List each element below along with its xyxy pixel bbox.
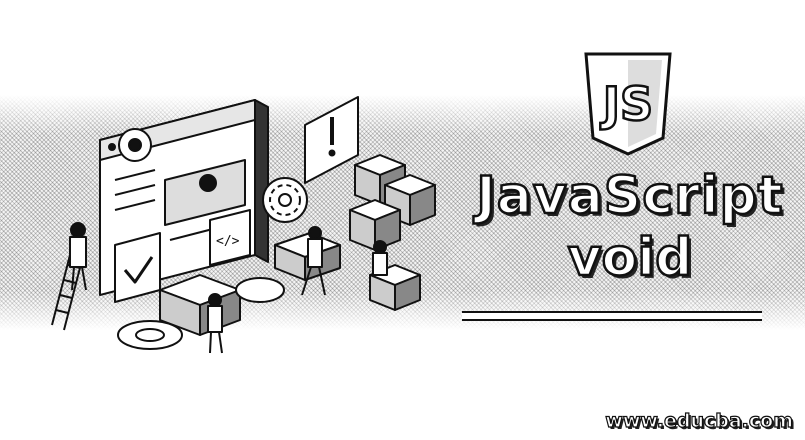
- person-icon: [207, 293, 223, 354]
- javascript-shield-icon: JS: [584, 52, 672, 156]
- title-line-2: void: [566, 228, 693, 288]
- title-line-1: JavaScript: [475, 166, 784, 226]
- gear-icon: [118, 128, 152, 162]
- svg-text:</>: </>: [216, 234, 240, 249]
- isometric-illustration: </>: [51, 96, 436, 354]
- gear-icon: [117, 320, 183, 350]
- cube-stack-icon: [349, 154, 436, 251]
- banner: </> JS JavaScript void www.educba.com: [0, 0, 805, 440]
- page-title: JavaScript void: [470, 166, 790, 288]
- person-icon: [372, 240, 388, 276]
- code-tag-icon: </>: [209, 209, 251, 266]
- site-url: www.educba.com: [605, 409, 794, 432]
- exclamation-icon: [304, 96, 359, 184]
- checkmark-icon: [114, 232, 161, 303]
- logo-text: JS: [600, 77, 653, 131]
- title-underline: [462, 311, 762, 321]
- gear-icon: [262, 177, 308, 223]
- person-icon: [69, 222, 87, 291]
